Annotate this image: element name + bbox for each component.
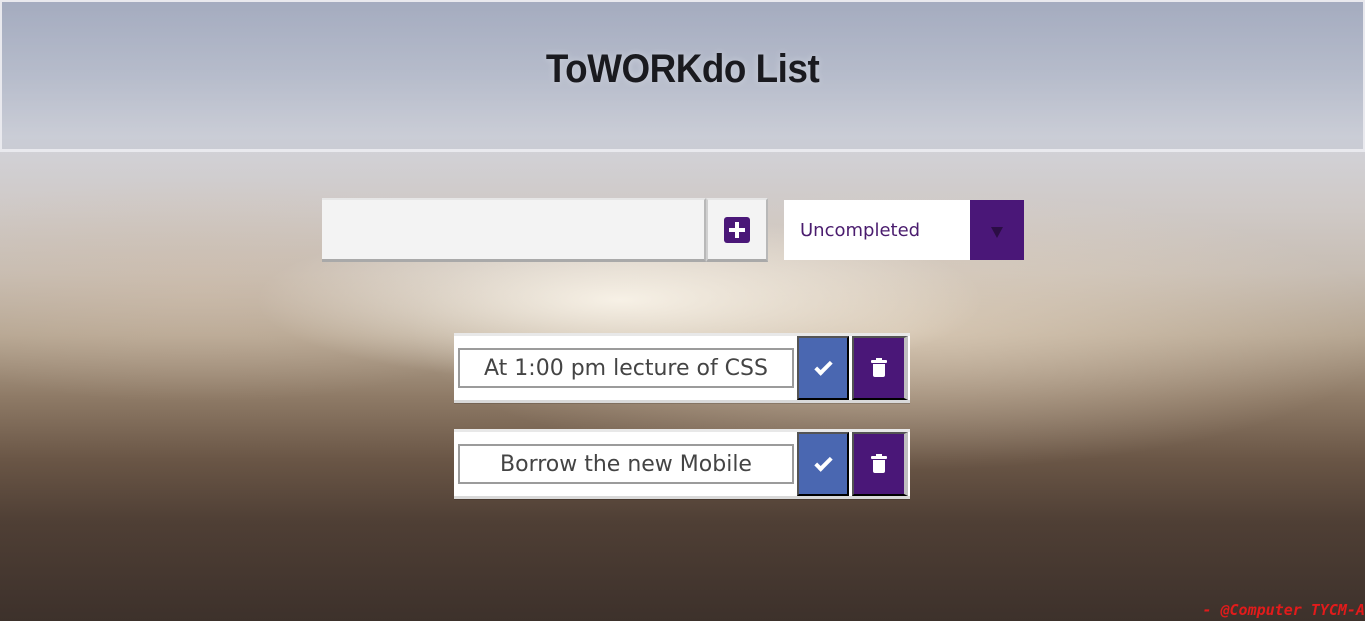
- check-icon: [813, 356, 833, 376]
- footer-credit: - @Computer TYCM-A: [1202, 601, 1365, 619]
- todo-form: Uncompleted: [322, 198, 1024, 262]
- todo-item-text: Borrow the new Mobile: [458, 444, 794, 484]
- complete-button[interactable]: [797, 336, 849, 400]
- todo-item-text: At 1:00 pm lecture of CSS: [458, 348, 794, 388]
- todo-list: At 1:00 pm lecture of CSS Borrow the new…: [454, 333, 910, 499]
- plus-square-icon: [724, 216, 750, 243]
- todo-item: At 1:00 pm lecture of CSS: [454, 333, 910, 403]
- todo-input[interactable]: [322, 198, 706, 262]
- trash-icon: [871, 454, 887, 474]
- add-todo-button[interactable]: [706, 198, 768, 262]
- caret-down-icon: [991, 226, 1003, 238]
- filter-selected-value[interactable]: Uncompleted: [784, 200, 970, 260]
- delete-button[interactable]: [852, 336, 908, 400]
- page-title: ToWORKdo List: [545, 47, 820, 91]
- delete-button[interactable]: [852, 432, 908, 496]
- trash-icon: [871, 358, 887, 378]
- filter-select[interactable]: Uncompleted: [784, 200, 1024, 260]
- filter-dropdown-toggle[interactable]: [970, 200, 1024, 260]
- check-icon: [813, 452, 833, 472]
- todo-item: Borrow the new Mobile: [454, 429, 910, 499]
- app-header: ToWORKdo List: [0, 0, 1365, 152]
- complete-button[interactable]: [797, 432, 849, 496]
